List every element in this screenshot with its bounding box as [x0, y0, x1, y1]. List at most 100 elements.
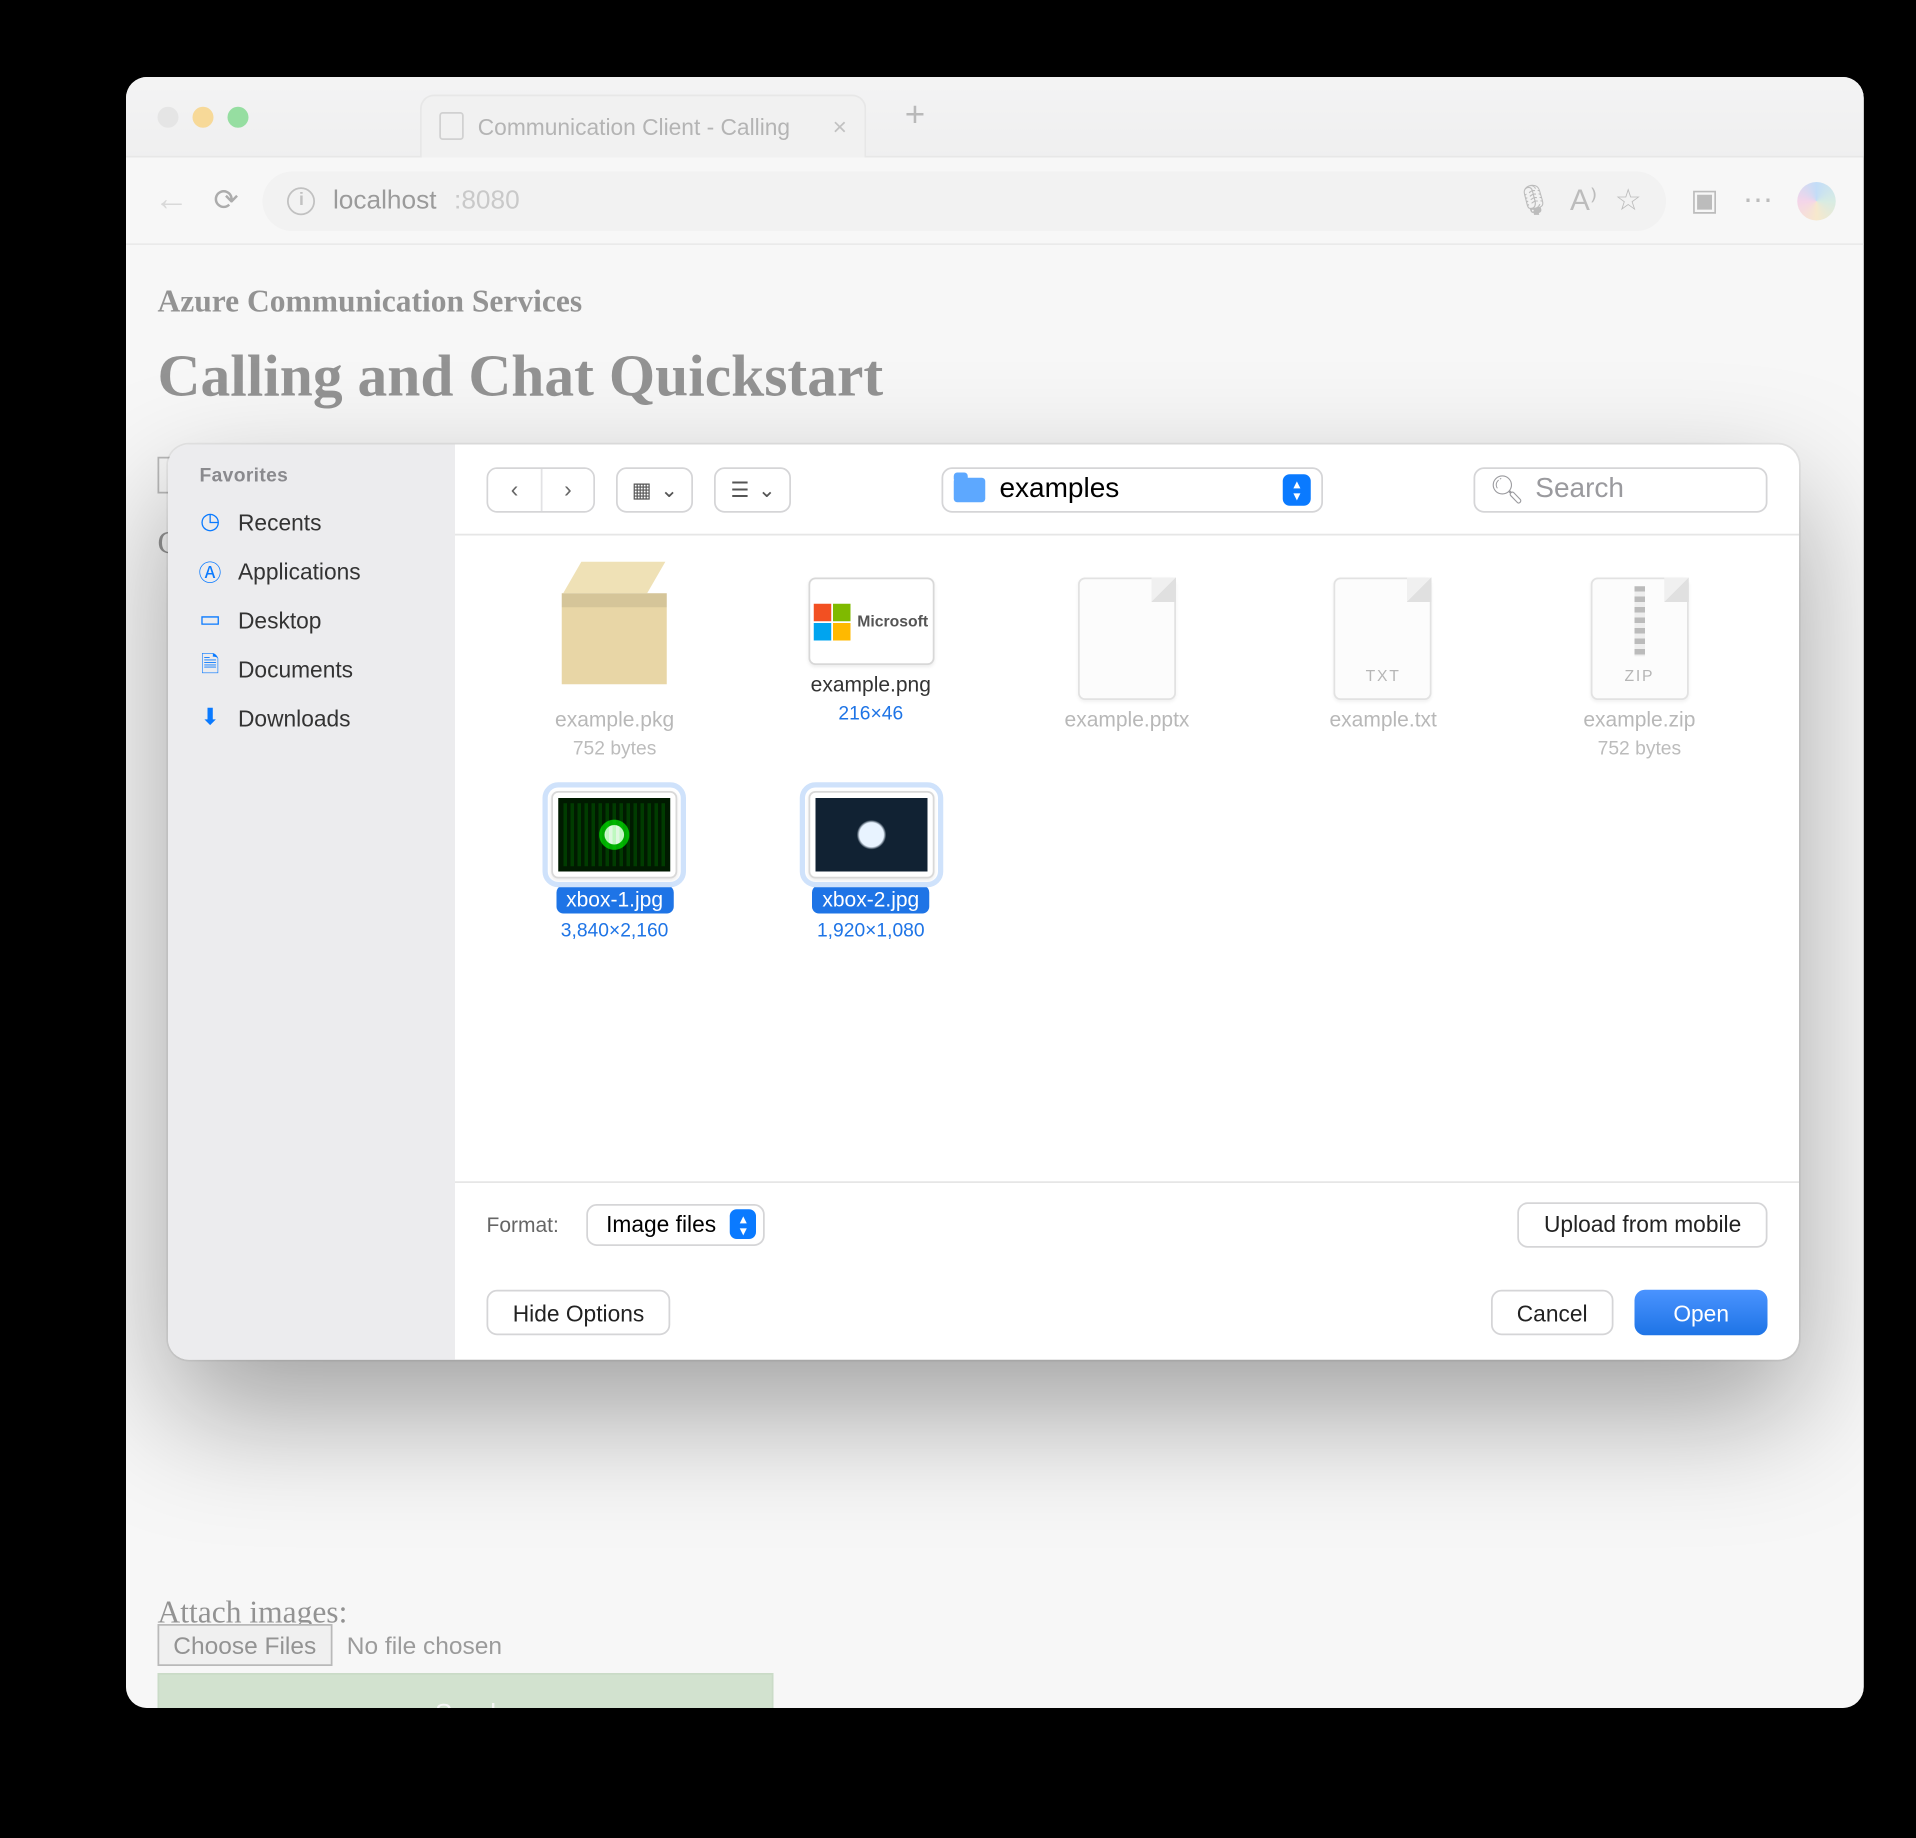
window-controls: [158, 106, 249, 127]
image-thumb: [808, 791, 934, 879]
close-window-button[interactable]: [158, 106, 179, 127]
view-mode-icons[interactable]: ▦⌄: [616, 466, 694, 512]
back-button[interactable]: ←: [154, 180, 189, 220]
file-name: example.pptx: [1065, 707, 1190, 732]
titlebar: Communication Client - Calling × +: [126, 77, 1864, 158]
dialog-sidebar: Favorites ◷ Recents Ⓐ Applications ▭ Des…: [168, 445, 455, 1360]
site-info-icon[interactable]: i: [287, 186, 315, 214]
zip-icon: ZIP: [1590, 578, 1688, 701]
downloads-icon: ⬇︎: [196, 704, 224, 732]
close-tab-icon[interactable]: ×: [833, 112, 847, 140]
file-grid: example.pkg 752 bytes Microsoft example.…: [455, 536, 1799, 1182]
send-button[interactable]: Send: [158, 1673, 774, 1708]
no-file-text: No file chosen: [347, 1631, 502, 1659]
popup-arrows-icon: [730, 1209, 756, 1239]
format-popup[interactable]: Image files: [587, 1203, 765, 1245]
apps-icon: Ⓐ: [196, 557, 224, 585]
upload-from-mobile-button[interactable]: Upload from mobile: [1518, 1201, 1768, 1247]
read-aloud-icon[interactable]: A⁾: [1570, 183, 1597, 218]
sidebar-item-recents[interactable]: ◷ Recents: [189, 497, 455, 546]
sidebar-item-label: Recents: [238, 508, 321, 534]
minimize-window-button[interactable]: [193, 106, 214, 127]
file-item[interactable]: xbox-1.jpg 3,840×2,160: [494, 791, 736, 942]
sidebar-item-desktop[interactable]: ▭ Desktop: [189, 595, 455, 644]
dialog-search[interactable]: 🔍︎ Search: [1473, 466, 1767, 512]
file-name: xbox-2.jpg: [812, 886, 930, 914]
chevron-down-icon: ⌄: [758, 477, 776, 502]
desktop-icon: ▭: [196, 606, 224, 634]
address-bar[interactable]: i localhost :8080 🎙︎ A⁾ ☆: [263, 171, 1666, 231]
sidebar-item-downloads[interactable]: ⬇︎ Downloads: [189, 693, 455, 742]
reload-button[interactable]: ⟳: [214, 183, 239, 218]
format-value: Image files: [606, 1211, 716, 1237]
hide-options-button[interactable]: Hide Options: [487, 1290, 671, 1336]
new-tab-button[interactable]: +: [905, 96, 925, 136]
file-meta: 752 bytes: [573, 739, 656, 760]
sidebar-item-label: Desktop: [238, 606, 321, 632]
file-name: xbox-1.jpg: [556, 886, 674, 914]
copilot-icon[interactable]: [1797, 181, 1836, 220]
chevron-down-icon: ⌄: [660, 477, 678, 502]
clock-icon: ◷: [196, 508, 224, 536]
file-item[interactable]: example.pkg 752 bytes: [494, 578, 736, 760]
folder-path-popup[interactable]: examples: [942, 466, 1324, 512]
tab-title: Communication Client - Calling: [478, 113, 790, 139]
pkg-icon: [545, 578, 685, 701]
file-meta: 216×46: [838, 704, 903, 725]
image-thumb: [552, 791, 678, 879]
page-icon: [439, 112, 464, 140]
dialog-toolbar: ‹ › ▦⌄ ☰⌄ examples 🔍︎ Search: [455, 445, 1799, 536]
grid-icon: ▦: [632, 477, 652, 502]
more-icon[interactable]: ⋯: [1743, 183, 1773, 218]
file-item[interactable]: ZIP example.zip 752 bytes: [1518, 578, 1760, 760]
file-meta: 3,840×2,160: [561, 921, 669, 942]
dialog-action-row: Hide Options Cancel Open: [455, 1265, 1799, 1360]
group-mode[interactable]: ☰⌄: [715, 466, 792, 512]
sidebar-item-label: Documents: [238, 655, 353, 681]
search-placeholder: Search: [1535, 473, 1624, 505]
file-name: example.txt: [1329, 707, 1436, 732]
attach-section: Attach images: Choose Files No file chos…: [158, 1594, 1833, 1708]
nav-segment: ‹ ›: [487, 466, 596, 512]
zoom-window-button[interactable]: [228, 106, 249, 127]
pptx-icon: [1078, 578, 1176, 701]
file-item[interactable]: xbox-2.jpg 1,920×1,080: [750, 791, 992, 942]
list-icon: ☰: [730, 477, 749, 502]
file-open-dialog: Favorites ◷ Recents Ⓐ Applications ▭ Des…: [168, 445, 1799, 1360]
popup-arrows-icon: [1283, 473, 1311, 505]
address-host: localhost: [333, 186, 437, 216]
page-subtitle: Azure Communication Services: [158, 284, 1833, 321]
sidebar-item-label: Downloads: [238, 704, 351, 730]
file-meta: 752 bytes: [1598, 739, 1681, 760]
documents-icon: 🗎: [196, 655, 224, 683]
sidebar-item-documents[interactable]: 🗎 Documents: [189, 644, 455, 693]
folder-name: examples: [999, 473, 1119, 505]
choose-files-button[interactable]: Choose Files: [158, 1624, 332, 1666]
open-button[interactable]: Open: [1635, 1290, 1768, 1336]
mic-icon[interactable]: 🎙︎: [1515, 183, 1553, 218]
page-title: Calling and Chat Quickstart: [158, 345, 1833, 412]
file-item[interactable]: TXT example.txt: [1262, 578, 1504, 760]
browser-toolbar: ← ⟳ i localhost :8080 🎙︎ A⁾ ☆ ▣ ⋯: [126, 158, 1864, 246]
format-label: Format:: [487, 1212, 559, 1237]
file-item[interactable]: example.pptx: [1006, 578, 1248, 760]
image-thumb: Microsoft: [808, 578, 934, 666]
sidebar-group-label: Favorites: [189, 466, 455, 498]
file-item[interactable]: Microsoft example.png 216×46: [750, 578, 992, 760]
favorite-icon[interactable]: ☆: [1615, 183, 1642, 218]
file-name: example.zip: [1583, 707, 1695, 732]
sidebar-item-applications[interactable]: Ⓐ Applications: [189, 546, 455, 595]
search-icon: 🔍︎: [1489, 472, 1525, 507]
folder-icon: [954, 477, 986, 502]
txt-icon: TXT: [1334, 578, 1432, 701]
cancel-button[interactable]: Cancel: [1491, 1290, 1614, 1336]
collections-icon[interactable]: ▣: [1690, 183, 1718, 218]
nav-forward-button[interactable]: ›: [541, 468, 594, 510]
sidebar-item-label: Applications: [238, 557, 361, 583]
browser-tab[interactable]: Communication Client - Calling ×: [420, 94, 866, 157]
file-name: example.pkg: [555, 707, 674, 732]
file-name: example.png: [811, 672, 931, 697]
file-meta: 1,920×1,080: [817, 921, 925, 942]
nav-back-button[interactable]: ‹: [488, 468, 541, 510]
address-port: :8080: [454, 186, 520, 216]
